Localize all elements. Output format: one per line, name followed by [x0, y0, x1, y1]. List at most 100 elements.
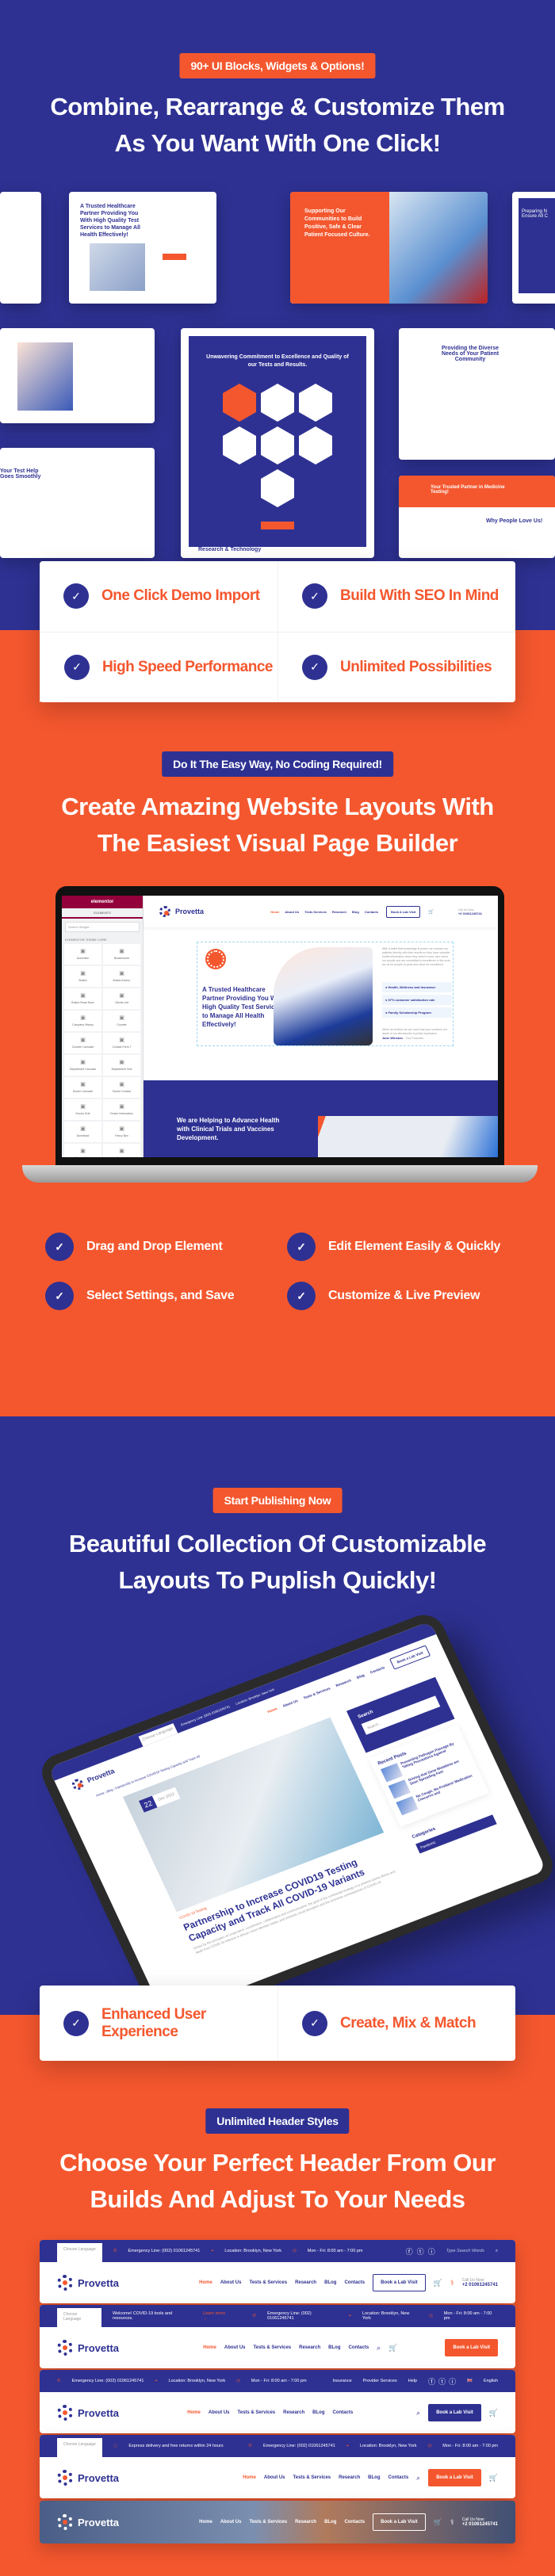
nav-item[interactable]: BLog: [328, 2345, 340, 2350]
widget-search-input[interactable]: Search Widget...: [65, 922, 140, 932]
nav-item[interactable]: About Us: [220, 2520, 242, 2524]
nav-item[interactable]: About Us: [220, 2280, 242, 2285]
learn-more-link[interactable]: Learn more →: [203, 2311, 230, 2321]
book-lab-visit-button[interactable]: Book A Lab Visit: [385, 905, 421, 918]
widget-tile[interactable]: ▣ Counter Carousel: [64, 1033, 101, 1053]
nav-item[interactable]: Home: [270, 910, 279, 914]
nav-item[interactable]: About Us: [224, 2345, 246, 2350]
widget-tile[interactable]: ▣ Download: [64, 1122, 101, 1142]
check-icon: ✓: [287, 1233, 316, 1261]
nav-item[interactable]: BLog: [324, 2520, 336, 2524]
search-icon[interactable]: ⌕: [377, 2344, 381, 2352]
cart-icon[interactable]: 🛒: [434, 2279, 442, 2287]
nav-item[interactable]: About Us: [282, 1699, 299, 1708]
widget-tile[interactable]: ▣ Department Carousel: [64, 1055, 101, 1076]
linkedin-icon[interactable]: ⓘ: [428, 2246, 435, 2257]
top-link[interactable]: Insurance: [332, 2379, 351, 2383]
cart-icon[interactable]: 🛒: [489, 2409, 498, 2417]
widget-tile[interactable]: ▣ Counter: [103, 1011, 140, 1031]
nav-item[interactable]: Contacts: [332, 2410, 353, 2415]
top-link[interactable]: Help: [408, 2379, 417, 2383]
widget-tile[interactable]: ▣Heading: [103, 1144, 140, 1157]
mockup-card-diverse: Providing the Diverse Needs of Your Pati…: [399, 328, 555, 460]
nav-item[interactable]: About Us: [264, 2475, 285, 2480]
cart-icon[interactable]: 🛒: [388, 2344, 397, 2352]
nav-item[interactable]: Tests & Services: [293, 2475, 331, 2480]
widget-tile[interactable]: ▣ Accordion: [64, 944, 101, 965]
widget-tile[interactable]: ▣ Department Grid: [103, 1055, 140, 1076]
widget-tile[interactable]: ▣ Doctor Information: [103, 1099, 140, 1120]
nav-item[interactable]: Tests & Services: [303, 1686, 331, 1699]
facebook-icon[interactable]: ⓕ: [406, 2246, 413, 2257]
nav-item[interactable]: Home: [266, 1707, 278, 1714]
nav-item[interactable]: About Us: [209, 2410, 230, 2415]
widget-tile[interactable]: ▣ Breadcrumb: [103, 944, 140, 965]
nav-item[interactable]: Blog: [356, 1672, 365, 1679]
nav-item[interactable]: Blog: [352, 910, 359, 914]
widget-tile[interactable]: ▣ Contact Form 7: [103, 1033, 140, 1053]
tab-elements[interactable]: ELEMENTS: [62, 908, 143, 919]
nav-item[interactable]: Tests Services: [304, 910, 327, 914]
nav-item[interactable]: Research: [335, 1678, 351, 1687]
nav-item[interactable]: Contacts: [369, 1665, 385, 1674]
nav-item[interactable]: Home: [199, 2520, 212, 2524]
nav-item[interactable]: Home: [199, 2280, 212, 2285]
nav-item[interactable]: Contacts: [388, 2475, 408, 2480]
widget-tile[interactable]: ▣ Doctor Contact: [103, 1077, 140, 1098]
book-lab-visit-button[interactable]: Book a Lab Visit: [373, 2274, 426, 2291]
nav-item[interactable]: Research: [339, 2475, 360, 2480]
nav-item[interactable]: About Us: [285, 910, 299, 914]
nav-item[interactable]: Tests & Services: [238, 2410, 276, 2415]
widget-tile[interactable]: ▣Google Maps: [64, 1144, 101, 1157]
header-style-5: Provetta Home About Us Tests & Services Rese…: [40, 2501, 515, 2544]
widget-tile[interactable]: ▣ Company History: [64, 1011, 101, 1031]
widget-tile[interactable]: ▣ Doctor Grid: [64, 1099, 101, 1120]
widget-tile[interactable]: ▣ Button: [64, 966, 101, 987]
nav-item[interactable]: Research: [299, 2345, 320, 2350]
top-link[interactable]: Provider Services: [363, 2379, 397, 2383]
widget-icon: ▣: [80, 1126, 86, 1132]
widget-tile[interactable]: ▣ Clients List: [103, 988, 140, 1009]
nav-item[interactable]: Tests & Services: [254, 2345, 292, 2350]
widget-tile[interactable]: ▣ Fancy Box: [103, 1122, 140, 1142]
twitter-icon[interactable]: ⓣ: [417, 2246, 424, 2257]
nav-item[interactable]: BLog: [324, 2280, 336, 2285]
search-icon[interactable]: ⌕: [416, 2409, 420, 2417]
nav-item[interactable]: Contacts: [365, 910, 378, 914]
feature-item: ✓ One Click Demo Import: [40, 561, 278, 632]
nav-item[interactable]: Tests & Services: [249, 2520, 287, 2524]
cart-icon[interactable]: 🛒: [489, 2474, 498, 2482]
nav-item[interactable]: Research: [295, 2520, 316, 2524]
facebook-icon[interactable]: ⓕ: [428, 2376, 435, 2387]
book-lab-visit-button[interactable]: Book a Lab Visit: [373, 2513, 426, 2531]
nav-item[interactable]: Home: [243, 2475, 256, 2480]
widget-tile[interactable]: ▣ Button Read More: [64, 988, 101, 1009]
nav-item[interactable]: Contacts: [344, 2280, 365, 2285]
cart-icon[interactable]: 🛒: [428, 909, 434, 915]
nav-item[interactable]: Home: [187, 2410, 201, 2415]
book-lab-visit-button[interactable]: Book a Lab Visit: [428, 2404, 481, 2421]
nav-item[interactable]: Home: [203, 2345, 216, 2350]
book-lab-visit-button[interactable]: Book a Lab Visit: [428, 2469, 481, 2486]
post-date: 22 Dec 2022: [139, 1787, 181, 1813]
nav-item[interactable]: BLog: [312, 2410, 324, 2415]
language-select[interactable]: Choose Language: [57, 2243, 102, 2262]
widget-tile[interactable]: ▣ Doctor Carousel: [64, 1077, 101, 1098]
nav-item[interactable]: BLog: [368, 2475, 380, 2480]
language-dropdown[interactable]: English: [484, 2379, 498, 2383]
nav-item[interactable]: Contacts: [344, 2520, 365, 2524]
language-select[interactable]: Choose Language: [57, 2438, 102, 2457]
header-search-input[interactable]: Type Search Words: [446, 2249, 484, 2253]
book-lab-visit-button[interactable]: Book a Lab Visit: [445, 2339, 498, 2356]
nav-item[interactable]: Contacts: [348, 2345, 369, 2350]
nav-item[interactable]: Research: [332, 910, 346, 914]
cart-icon[interactable]: 🛒: [434, 2518, 442, 2527]
nav-item[interactable]: Research: [295, 2280, 316, 2285]
nav-item[interactable]: Research: [283, 2410, 304, 2415]
linkedin-icon[interactable]: ⓘ: [449, 2376, 456, 2387]
language-select[interactable]: Choose Language: [57, 2308, 101, 2327]
twitter-icon[interactable]: ⓣ: [438, 2376, 446, 2387]
widget-tile[interactable]: ▣ Button Anchor: [103, 966, 140, 987]
nav-item[interactable]: Tests & Services: [249, 2280, 287, 2285]
search-icon[interactable]: ⌕: [416, 2474, 420, 2482]
